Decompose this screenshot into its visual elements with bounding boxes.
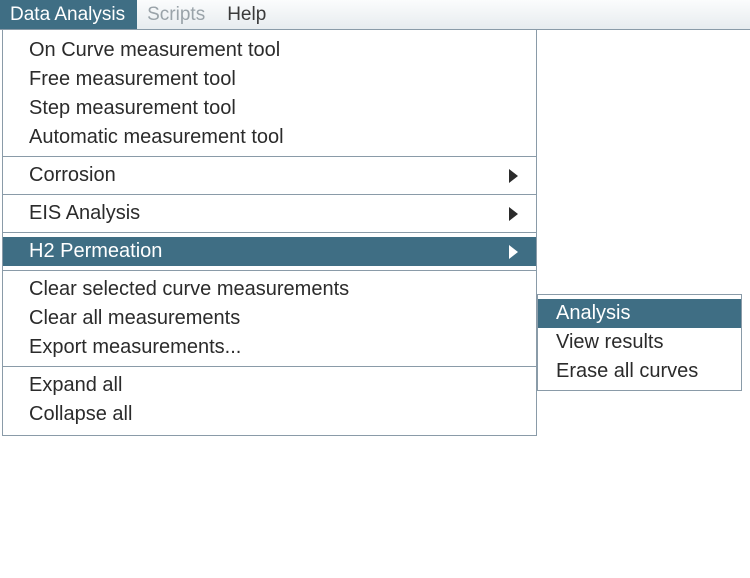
item-export-measurements[interactable]: Export measurements... xyxy=(3,333,536,362)
group-clear-export: Clear selected curve measurements Clear … xyxy=(3,270,536,366)
item-clear-all[interactable]: Clear all measurements xyxy=(3,304,536,333)
item-label: H2 Permeation xyxy=(29,240,162,263)
menu-help[interactable]: Help xyxy=(217,0,278,29)
item-corrosion[interactable]: Corrosion xyxy=(3,161,536,190)
group-corrosion: Corrosion xyxy=(3,156,536,194)
group-measurement-tools: On Curve measurement tool Free measureme… xyxy=(3,30,536,156)
subitem-label: Analysis xyxy=(556,302,630,324)
subitem-analysis[interactable]: Analysis xyxy=(538,299,741,328)
menubar: Data Analysis Scripts Help xyxy=(0,0,750,30)
item-label: EIS Analysis xyxy=(29,202,140,225)
item-automatic-measurement[interactable]: Automatic measurement tool xyxy=(3,123,536,152)
menu-data-analysis[interactable]: Data Analysis xyxy=(0,0,137,29)
item-free-measurement[interactable]: Free measurement tool xyxy=(3,65,536,94)
item-label: Corrosion xyxy=(29,164,116,187)
subitem-label: View results xyxy=(556,331,663,353)
dropdown-data-analysis: On Curve measurement tool Free measureme… xyxy=(2,30,537,436)
item-h2-permeation[interactable]: H2 Permeation xyxy=(3,237,536,266)
item-step-measurement[interactable]: Step measurement tool xyxy=(3,94,536,123)
item-eis-analysis[interactable]: EIS Analysis xyxy=(3,199,536,228)
item-label: Automatic measurement tool xyxy=(29,126,284,149)
submenu-h2-permeation: Analysis View results Erase all curves xyxy=(537,294,742,391)
item-label: Clear selected curve measurements xyxy=(29,278,349,301)
submenu-arrow-icon xyxy=(509,207,518,221)
item-label: Step measurement tool xyxy=(29,97,236,120)
subitem-view-results[interactable]: View results xyxy=(538,328,741,357)
item-label: Clear all measurements xyxy=(29,307,240,330)
submenu-arrow-icon xyxy=(509,245,518,259)
item-collapse-all[interactable]: Collapse all xyxy=(3,400,536,429)
item-on-curve-measurement[interactable]: On Curve measurement tool xyxy=(3,36,536,65)
submenu-arrow-icon xyxy=(509,169,518,183)
group-expand-collapse: Expand all Collapse all xyxy=(3,366,536,435)
subitem-erase-all-curves[interactable]: Erase all curves xyxy=(538,357,741,386)
group-h2: H2 Permeation xyxy=(3,232,536,270)
subitem-label: Erase all curves xyxy=(556,360,698,382)
item-expand-all[interactable]: Expand all xyxy=(3,371,536,400)
item-label: Export measurements... xyxy=(29,336,241,359)
item-label: Expand all xyxy=(29,374,122,397)
item-clear-selected[interactable]: Clear selected curve measurements xyxy=(3,275,536,304)
item-label: On Curve measurement tool xyxy=(29,39,280,62)
menu-scripts[interactable]: Scripts xyxy=(137,0,217,29)
group-eis: EIS Analysis xyxy=(3,194,536,232)
item-label: Collapse all xyxy=(29,403,132,426)
item-label: Free measurement tool xyxy=(29,68,236,91)
